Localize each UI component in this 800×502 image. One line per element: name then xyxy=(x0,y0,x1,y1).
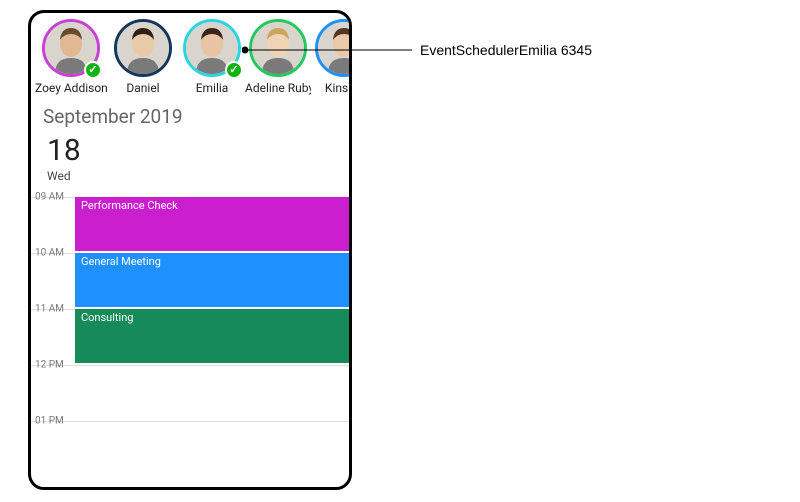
check-icon: ✓ xyxy=(225,61,243,79)
device-frame: ✓ Zoey Addison Daniel ✓ Emilia Adeline Ruby Ki… xyxy=(28,10,352,490)
calendar-event[interactable]: Performance Check xyxy=(75,197,349,251)
calendar-event[interactable]: Consulting xyxy=(75,309,349,363)
check-icon: ✓ xyxy=(84,61,102,79)
resource-avatar[interactable]: ✓ Emilia xyxy=(179,19,245,95)
time-gridline xyxy=(31,421,349,422)
day-name: Wed xyxy=(47,169,349,183)
calendar-event[interactable]: General Meeting xyxy=(75,253,349,307)
avatar-name: Daniel xyxy=(126,81,159,95)
callout-pointer xyxy=(242,40,412,60)
time-label: 01 PM xyxy=(35,416,64,427)
resource-avatar[interactable]: ✓ Zoey Addison xyxy=(35,19,107,95)
time-gridline xyxy=(31,365,349,366)
time-label: 11 AM xyxy=(35,304,64,315)
avatar-name: Kinsley xyxy=(325,81,349,95)
avatar[interactable]: ✓ xyxy=(42,19,100,77)
callout-label: EventSchedulerEmilia 6345 xyxy=(420,42,592,58)
day-header: 18 Wed xyxy=(31,128,349,183)
day-number: 18 xyxy=(47,134,349,167)
avatar-name: Adeline Ruby xyxy=(245,81,311,95)
time-label: 12 PM xyxy=(35,360,64,371)
avatar-ring xyxy=(114,19,172,77)
avatar[interactable] xyxy=(114,19,172,77)
month-label: September 2019 xyxy=(31,95,349,128)
timeline[interactable]: 09 AM 10 AM 11 AM 12 PM 01 PM Performance Che… xyxy=(31,189,349,443)
avatar[interactable]: ✓ xyxy=(183,19,241,77)
time-label: 09 AM xyxy=(35,192,64,203)
resource-avatar[interactable]: Daniel xyxy=(107,19,179,95)
avatar-name: Emilia xyxy=(196,81,229,95)
time-label: 10 AM xyxy=(35,248,64,259)
avatar-name: Zoey Addison xyxy=(35,81,107,95)
